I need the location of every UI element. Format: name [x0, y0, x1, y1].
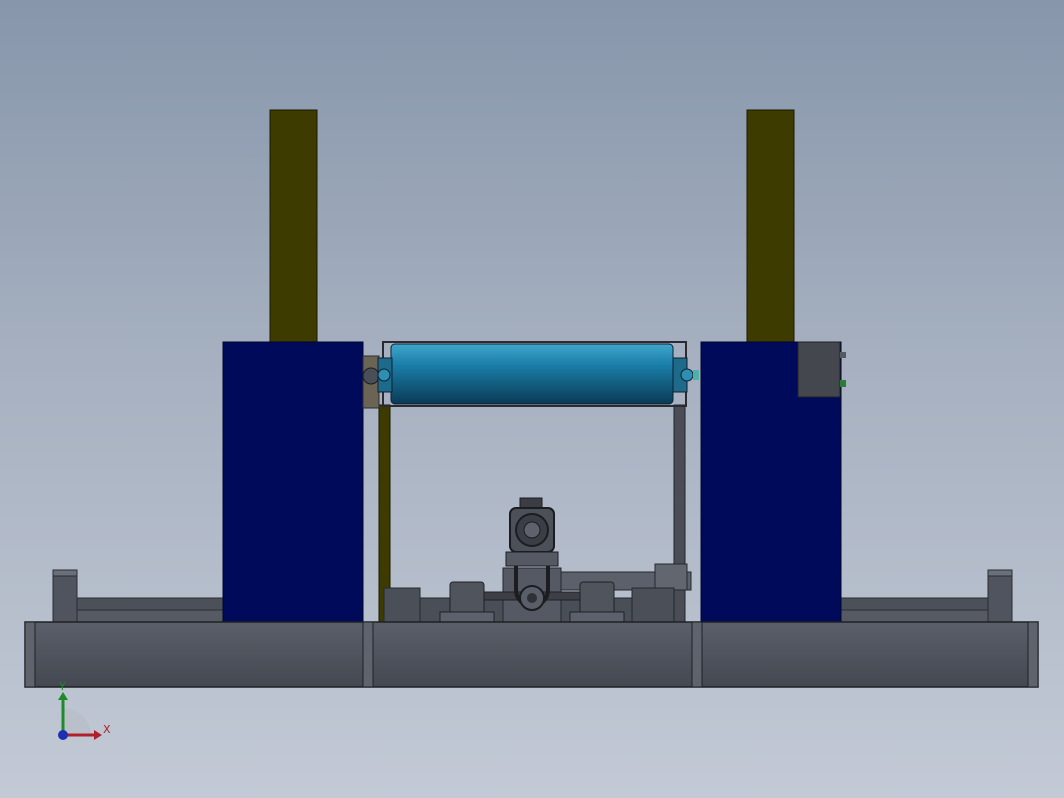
- x-axis-label: X: [103, 723, 111, 736]
- right-post: [746, 109, 795, 343]
- base-frame: [24, 621, 1039, 688]
- control-box: [797, 341, 846, 398]
- model-view[interactable]: X Y: [0, 0, 1064, 798]
- cad-viewport[interactable]: X Y: [0, 0, 1064, 798]
- left-post: [269, 109, 318, 343]
- roller: [377, 341, 699, 407]
- z-axis-dot: [58, 730, 68, 740]
- coordinate-triad: X Y: [58, 680, 111, 740]
- y-axis-label: Y: [58, 680, 66, 693]
- triad-arc: [63, 708, 91, 735]
- left-pillar: [222, 341, 380, 625]
- roller-support-right: [673, 404, 686, 626]
- motor: [505, 497, 559, 567]
